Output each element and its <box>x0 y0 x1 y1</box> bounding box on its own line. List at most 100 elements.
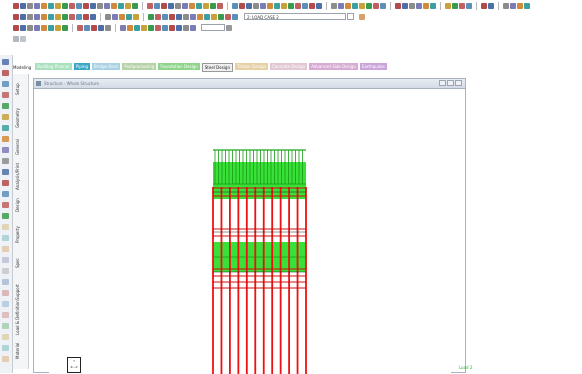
tool-icon[interactable] <box>2 268 9 274</box>
toolbar-button-icon[interactable] <box>345 2 351 9</box>
mode-tab-0[interactable]: Building Planner <box>35 62 72 70</box>
toolbar-button-icon[interactable] <box>55 2 61 9</box>
toolbar-button-icon[interactable] <box>48 13 54 20</box>
toolbar-button-icon[interactable] <box>302 2 308 9</box>
toolbar-button-icon[interactable] <box>232 2 238 9</box>
mode-tab-2[interactable]: Bridge Deck <box>92 62 121 70</box>
toolbar-button-icon[interactable] <box>225 13 231 20</box>
toolbar-button-icon[interactable] <box>182 2 188 9</box>
mode-tab-6[interactable]: Timber Design <box>235 62 269 70</box>
toolbar-button-icon[interactable] <box>481 2 487 9</box>
toolbar-button-icon[interactable] <box>423 2 429 9</box>
close-icon[interactable] <box>455 80 462 86</box>
mode-tab-5[interactable]: Steel Design <box>201 62 233 72</box>
tool-icon[interactable] <box>2 345 9 351</box>
toolbar-button-icon[interactable] <box>169 24 175 31</box>
zoom-spinner-icon[interactable] <box>226 24 232 31</box>
toolbar-button-icon[interactable] <box>20 13 26 20</box>
side-tab-6[interactable]: Spec <box>15 250 26 277</box>
toolbar-button-icon[interactable] <box>445 2 451 9</box>
minimize-icon[interactable] <box>439 80 446 86</box>
toolbar-button-icon[interactable] <box>162 13 168 20</box>
toolbar-button-icon[interactable] <box>141 24 147 31</box>
toolbar-button-icon[interactable] <box>13 13 19 20</box>
toolbar-button-icon[interactable] <box>338 2 344 9</box>
tool-icon[interactable] <box>2 235 9 241</box>
toolbar-button-icon[interactable] <box>288 2 294 9</box>
tool-icon[interactable] <box>2 224 9 230</box>
tool-icon[interactable] <box>2 246 9 252</box>
toolbar-button-icon[interactable] <box>112 13 118 20</box>
toolbar-button-icon[interactable] <box>34 13 40 20</box>
toolbar-button-icon[interactable] <box>55 13 61 20</box>
toolbar-button-icon[interactable] <box>34 24 40 31</box>
toolbar-button-icon[interactable] <box>41 24 47 31</box>
toolbar-button-icon[interactable] <box>239 2 245 9</box>
tool-icon[interactable] <box>2 290 9 296</box>
toolbar-button-icon[interactable] <box>210 2 216 9</box>
tool-icon[interactable] <box>2 323 9 329</box>
tool-icon[interactable] <box>2 125 9 131</box>
toolbar-button-icon[interactable] <box>196 2 202 9</box>
toolbar-button-icon[interactable] <box>359 2 365 9</box>
mode-tab-3[interactable]: Postprocessing <box>122 62 157 70</box>
toolbar-button-icon[interactable] <box>148 13 154 20</box>
toolbar-button-icon[interactable] <box>217 2 223 9</box>
toolbar-button-icon[interactable] <box>62 24 68 31</box>
toolbar-button-icon[interactable] <box>211 13 217 20</box>
tool-icon[interactable] <box>2 180 9 186</box>
toolbar-button-icon[interactable] <box>134 24 140 31</box>
toolbar-button-icon[interactable] <box>97 2 103 9</box>
toolbar-button-icon[interactable] <box>189 2 195 9</box>
tool-icon[interactable] <box>2 279 9 285</box>
mode-tab-9[interactable]: Earthquake <box>359 62 387 70</box>
toolbar-button-icon[interactable] <box>197 13 203 20</box>
toolbar-button-icon[interactable] <box>169 13 175 20</box>
toolbar-button-icon[interactable] <box>274 2 280 9</box>
load-case-combo-dropdown[interactable] <box>347 13 354 20</box>
toolbar-button-icon[interactable] <box>76 2 82 9</box>
toolbar-button-icon[interactable] <box>459 2 465 9</box>
toolbar-button-icon[interactable] <box>402 2 408 9</box>
side-tab-5[interactable]: Property <box>15 221 26 248</box>
tool-icon[interactable] <box>2 301 9 307</box>
toolbar-button-icon[interactable] <box>204 13 210 20</box>
toolbar-button-icon[interactable] <box>119 13 125 20</box>
tool-icon[interactable] <box>2 202 9 208</box>
toolbar-button-icon[interactable] <box>281 2 287 9</box>
toolbar-button-icon[interactable] <box>510 2 516 9</box>
toolbar-button-icon[interactable] <box>27 24 33 31</box>
toolbar-button-icon[interactable] <box>105 24 111 31</box>
tool-icon[interactable] <box>2 257 9 263</box>
toolbar-button-icon[interactable] <box>105 13 111 20</box>
tool-icon[interactable] <box>2 103 9 109</box>
mode-tab-7[interactable]: Concrete Design <box>270 62 308 70</box>
tool-icon[interactable] <box>2 147 9 153</box>
toolbar-button-icon[interactable] <box>488 2 494 9</box>
side-tab-1[interactable]: Geometry <box>15 105 26 132</box>
toolbar-button-icon[interactable] <box>62 13 68 20</box>
toolbar-button-icon[interactable] <box>34 2 40 9</box>
toolbar-button-icon[interactable] <box>48 24 54 31</box>
toolbar-button-icon[interactable] <box>83 13 89 20</box>
toolbar-button-icon[interactable] <box>517 2 523 9</box>
toolbar-button-icon[interactable] <box>91 24 97 31</box>
toolbar-button-icon[interactable] <box>176 24 182 31</box>
toolbar-button-icon[interactable] <box>98 24 104 31</box>
toolbar-button-icon[interactable] <box>20 2 26 9</box>
side-tab-8[interactable]: Load & Definition <box>15 300 26 335</box>
tool-icon[interactable] <box>2 213 9 219</box>
toolbar-button-icon[interactable] <box>331 2 337 9</box>
tool-icon[interactable] <box>2 59 9 65</box>
toolbar-button-icon[interactable] <box>84 24 90 31</box>
tool-icon[interactable] <box>2 191 9 197</box>
toolbar-button-icon[interactable] <box>190 13 196 20</box>
pointer-icon[interactable] <box>20 35 26 42</box>
toolbar-button-icon[interactable] <box>69 2 75 9</box>
toolbar-button-icon[interactable] <box>409 2 415 9</box>
toolbar-button-icon[interactable] <box>13 2 19 9</box>
toolbar-button-icon[interactable] <box>13 24 19 31</box>
toolbar-button-icon[interactable] <box>232 13 238 20</box>
toolbar-button-icon[interactable] <box>524 2 530 9</box>
toolbar-button-icon[interactable] <box>309 2 315 9</box>
